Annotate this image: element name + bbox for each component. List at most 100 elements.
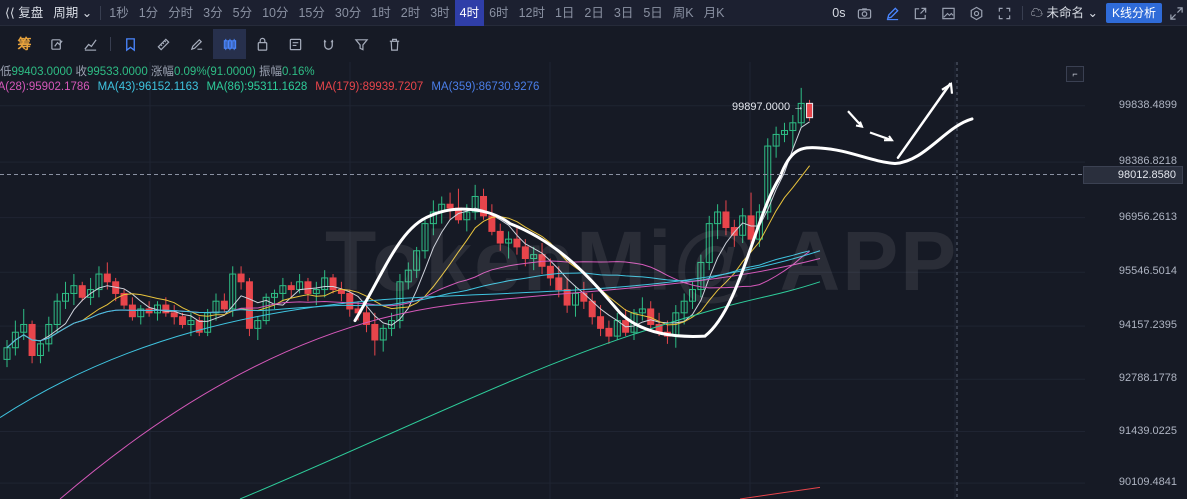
period-tab[interactable]: 3日 <box>609 0 638 26</box>
period-tab[interactable]: 1时 <box>366 0 395 26</box>
period-tab[interactable]: 10分 <box>257 0 293 26</box>
period-tab[interactable]: 1秒 <box>104 0 133 26</box>
period-tab[interactable]: 15分 <box>293 0 329 26</box>
candle-body <box>304 281 312 294</box>
period-tab[interactable]: 1日 <box>550 0 579 26</box>
price-axis-label: 92788.1778 <box>1118 372 1177 385</box>
top-toolbar: ⟨⟨ 复盘 周期 ⌄ 1秒 1分 分时 3分 5分 10分 15分 30分 1时 2时 3时 4时 6时… <box>0 0 1187 26</box>
candle-body <box>597 316 605 329</box>
candle-body <box>179 316 187 325</box>
candle-body <box>220 300 228 310</box>
candle-body <box>605 327 613 337</box>
candle-body <box>371 323 379 341</box>
period-tab[interactable]: 3时 <box>425 0 454 26</box>
drawn-small-arrow <box>847 110 863 128</box>
price-axis-label: 94157.2395 <box>1118 319 1177 332</box>
double-chevron-left-icon: ⟨⟨ <box>5 5 15 20</box>
price-axis-label: 96956.2613 <box>1118 210 1177 223</box>
chip-distribution-label: 筹 <box>17 36 32 52</box>
brush-icon[interactable] <box>180 29 213 59</box>
period-tab[interactable]: 5分 <box>228 0 257 26</box>
replay-button[interactable]: ⟨⟨ 复盘 <box>0 0 48 26</box>
ma-line <box>6 165 810 349</box>
layout-name: 未命名 <box>1046 6 1085 20</box>
period-label: 周期 <box>53 5 79 20</box>
candle-body <box>237 273 245 283</box>
candle-body <box>555 277 563 291</box>
compare-icon[interactable] <box>41 29 74 59</box>
chip-distribution-button[interactable]: 筹 <box>8 29 41 59</box>
expand-icon[interactable] <box>1165 0 1187 26</box>
ma-legend-item: MA(359):86730.9276 <box>431 81 540 93</box>
note-icon[interactable] <box>279 29 312 59</box>
popout-icon[interactable] <box>907 0 935 26</box>
high-annotation: 99897.0000 → <box>732 101 805 113</box>
drawn-up-arrow <box>896 82 952 159</box>
indicator-icon[interactable] <box>74 29 107 59</box>
candle-body <box>722 211 730 229</box>
collapse-icon[interactable]: ⌐ <box>1066 66 1084 82</box>
cloud-icon: ☁ <box>1030 6 1044 20</box>
candle-body <box>563 289 571 306</box>
period-tab[interactable]: 1分 <box>134 0 163 26</box>
candle-body <box>170 312 178 318</box>
fullscreen-icon[interactable] <box>991 0 1019 26</box>
camera-icon[interactable] <box>851 0 879 26</box>
period-tab[interactable]: 3分 <box>198 0 227 26</box>
candle-body <box>287 285 295 291</box>
layout-dropdown[interactable]: ☁ 未命名 ⌄ <box>1026 0 1103 26</box>
price-axis-label: 99838.4899 <box>1118 98 1177 111</box>
ma-legend-item: MA(43):96152.1163 <box>97 81 199 93</box>
period-tab[interactable]: 月K <box>699 0 730 26</box>
candle-body <box>747 215 755 240</box>
trash-icon[interactable] <box>378 29 411 59</box>
period-tab[interactable]: 4时 <box>454 0 485 26</box>
chevron-down-icon: ⌄ <box>81 5 93 20</box>
ma-legend: MA(28):95902.1786 MA(43):96152.1163 MA(86)… <box>0 81 547 97</box>
ma-legend-item: MA(28):95902.1786 <box>0 81 90 93</box>
drawing-toolbar: 筹 <box>0 26 1187 62</box>
low-value: 99403.0000 <box>11 66 73 78</box>
lock-icon[interactable] <box>246 29 279 59</box>
period-tab[interactable]: 分时 <box>163 0 198 26</box>
magnet-icon[interactable] <box>312 29 345 59</box>
separator <box>110 37 111 51</box>
bookmark-icon[interactable] <box>114 29 147 59</box>
period-tab[interactable]: 12时 <box>514 0 550 26</box>
price-axis-label: 95546.5014 <box>1118 265 1177 278</box>
ohlc-info: 低99403.0000 收99533.0000 涨幅0.09%(91.0000)… <box>0 63 315 79</box>
ma-43-tail <box>0 250 821 418</box>
candle-body <box>78 285 86 298</box>
candlestick-icon[interactable] <box>213 29 246 59</box>
low-label: 低 <box>0 66 12 78</box>
ruler-icon[interactable] <box>147 29 180 59</box>
period-tab[interactable]: 2时 <box>396 0 425 26</box>
period-tab[interactable]: 6时 <box>484 0 513 26</box>
period-tab[interactable]: 周K <box>668 0 699 26</box>
crosshair-price-label: 98012.8580 <box>1083 166 1183 184</box>
close-label: 收 <box>75 66 87 78</box>
pen-icon[interactable] <box>879 0 907 26</box>
period-tab[interactable]: 2日 <box>579 0 608 26</box>
period-tab[interactable]: 30分 <box>330 0 366 26</box>
ma-line <box>6 121 810 349</box>
high-annotation-value: 99897.0000 <box>732 101 791 113</box>
candle-body <box>245 281 253 329</box>
ma-legend-item: MA(179):89939.7207 <box>315 81 424 93</box>
candle-body <box>538 254 546 267</box>
candle-body <box>329 277 337 291</box>
kline-analysis-button[interactable]: K线分析 <box>1105 3 1162 23</box>
candle-body <box>806 102 814 119</box>
period-dropdown[interactable]: 周期 ⌄ <box>48 0 97 26</box>
settings-icon[interactable] <box>963 0 991 26</box>
close-value: 99533.0000 <box>86 66 148 78</box>
ma-179-line <box>739 486 821 499</box>
amplitude-value: 0.16% <box>281 66 315 78</box>
ma-legend-item: MA(86):95311.1628 <box>206 81 308 93</box>
candle-body <box>513 238 521 248</box>
candle-body <box>521 246 529 260</box>
filter-icon[interactable] <box>345 29 378 59</box>
candlestick-chart[interactable] <box>0 62 1187 499</box>
image-icon[interactable] <box>935 0 963 26</box>
period-tab[interactable]: 5日 <box>638 0 667 26</box>
